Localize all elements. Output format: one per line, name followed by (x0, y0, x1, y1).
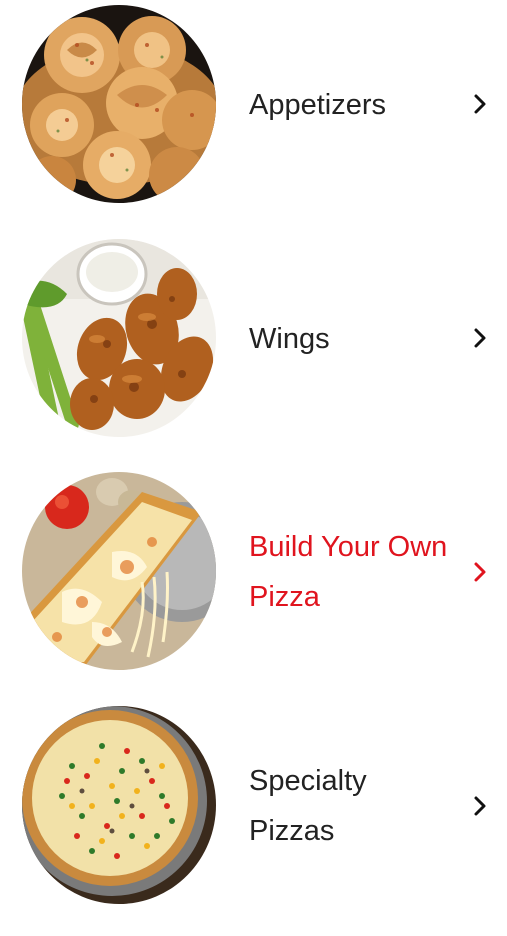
menu-item-label: Build Your Own Pizza (249, 531, 448, 613)
veggie-pizza-image (22, 706, 216, 904)
menu-item-wings[interactable]: Wings (0, 234, 507, 468)
chicken-wings-image (22, 239, 216, 437)
menu-item-build-your-own-pizza[interactable]: Build Your Own Pizza (0, 468, 507, 702)
cheese-pizza-slice-image (22, 472, 216, 670)
chevron-right-icon (470, 560, 490, 584)
chevron-right-icon (470, 794, 490, 818)
garlic-knots-image (22, 5, 216, 203)
menu-item-label: Specialty Pizzas (249, 765, 367, 847)
menu-item-label: Wings (249, 323, 330, 355)
chevron-right-icon (470, 326, 490, 350)
menu-item-specialty-pizzas[interactable]: Specialty Pizzas (0, 702, 507, 936)
menu-item-label: Appetizers (249, 89, 387, 121)
chevron-right-icon (470, 92, 490, 116)
menu-category-list: Appetizers Wings Build Your Own Pizza Sp… (0, 0, 507, 904)
menu-item-appetizers[interactable]: Appetizers (0, 0, 507, 234)
